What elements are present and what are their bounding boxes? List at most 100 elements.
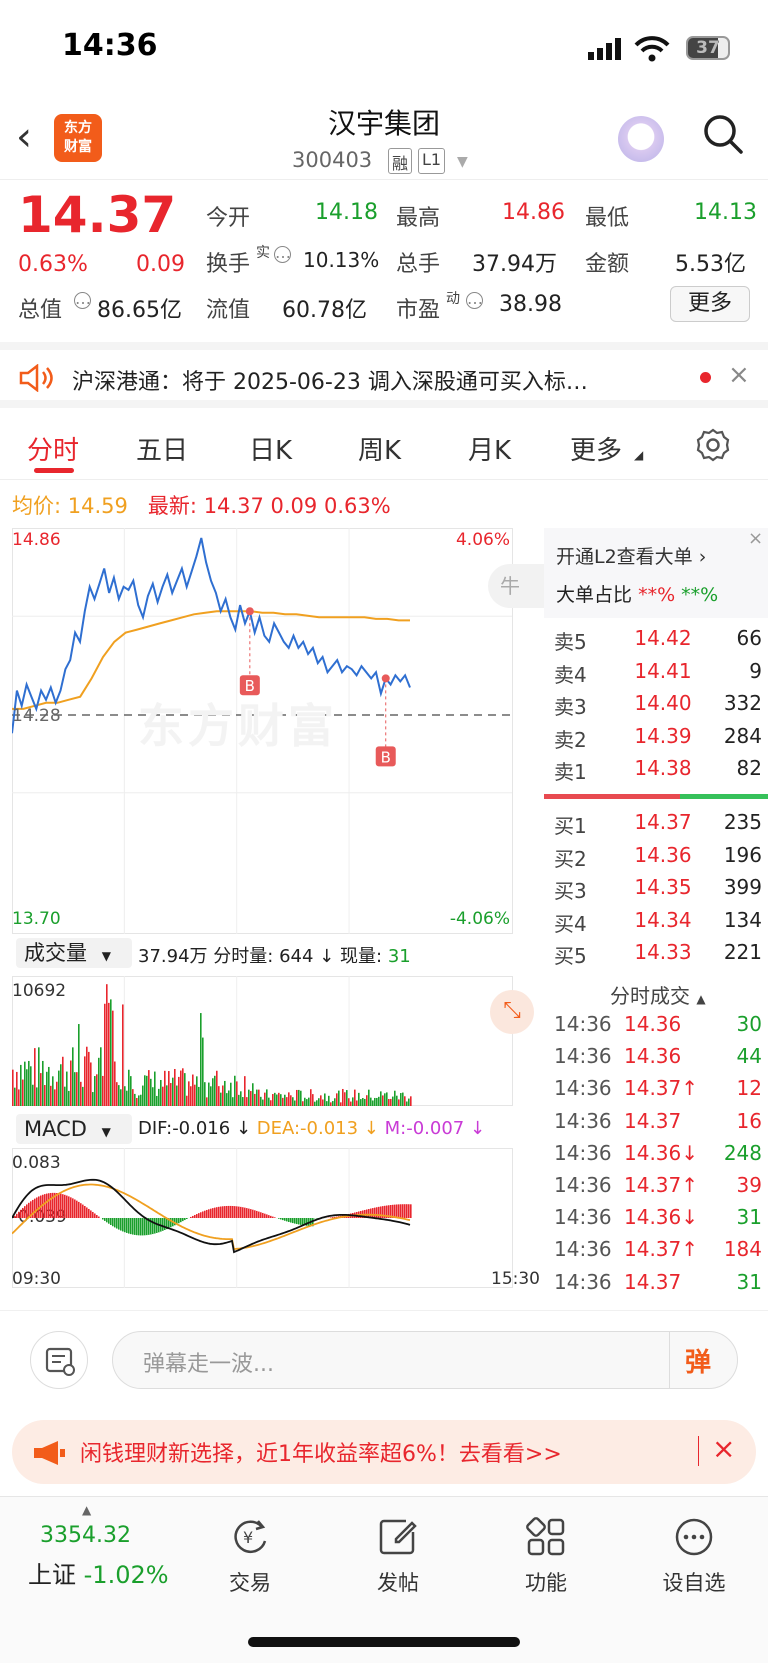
info-icon[interactable]: … bbox=[466, 291, 483, 309]
bid-row[interactable]: 买1 14.37 235 bbox=[544, 810, 768, 840]
status-time: 14:36 bbox=[62, 28, 158, 63]
macd-bar bbox=[98, 1216, 100, 1218]
ad-text[interactable]: 闲钱理财新选择，近1年收益率超6%！去看看>> bbox=[80, 1436, 562, 1468]
macd-bar bbox=[64, 1194, 66, 1218]
macd-bar bbox=[234, 1206, 236, 1218]
ask-row[interactable]: 卖4 14.41 9 bbox=[544, 659, 768, 689]
macd-bar bbox=[178, 1218, 180, 1224]
macd-bar bbox=[252, 1209, 254, 1218]
volume-bar bbox=[12, 1069, 14, 1106]
tab-weekly[interactable]: 周K bbox=[358, 430, 401, 467]
info-icon[interactable]: … bbox=[74, 291, 91, 309]
macd-bar bbox=[128, 1218, 130, 1234]
tab-daily[interactable]: 日K bbox=[249, 430, 292, 467]
bull-float-button[interactable]: 牛 bbox=[488, 564, 544, 608]
tab-functions[interactable]: 功能 bbox=[501, 1567, 591, 1597]
volume-indicator-select[interactable]: 成交量 ▼ bbox=[16, 938, 132, 968]
tab-post[interactable]: 发帖 bbox=[353, 1567, 443, 1597]
expand-icon[interactable]: ⤡ bbox=[490, 990, 534, 1034]
volume-bar bbox=[112, 1010, 114, 1106]
macd-bar bbox=[108, 1218, 110, 1224]
notice-bar[interactable]: 沪深港通：将于 2025-06-23 调入深股通可买入标… × bbox=[0, 342, 768, 408]
bid-row[interactable]: 买3 14.35 399 bbox=[544, 875, 768, 905]
dropdown-icon[interactable]: ▼ bbox=[457, 154, 468, 170]
ask-row[interactable]: 卖1 14.38 82 bbox=[544, 756, 768, 786]
volume-bar bbox=[132, 1089, 134, 1106]
settings-icon[interactable] bbox=[696, 428, 730, 462]
tab-watchlist[interactable]: 设自选 bbox=[649, 1567, 739, 1597]
notice-text[interactable]: 沪深港通：将于 2025-06-23 调入深股通可买入标… bbox=[72, 364, 588, 396]
ticks-title[interactable]: 分时成交 ▲ bbox=[610, 980, 706, 1009]
volume-bar bbox=[332, 1101, 334, 1106]
ask-row[interactable]: 卖5 14.42 66 bbox=[544, 626, 768, 656]
volume-bar bbox=[88, 1051, 90, 1106]
turnover-label: 换手 bbox=[206, 252, 251, 277]
stock-header: ‹ 东方 财富 汉宇集团 300403 融 L1 ▼ bbox=[0, 96, 768, 180]
macd-chart[interactable]: 0.083-0.03909:3015:30 bbox=[12, 1148, 542, 1288]
l2-promo-text[interactable]: 开通L2查看大单 › bbox=[556, 542, 706, 569]
volume-bar bbox=[76, 1072, 78, 1106]
volume-bar bbox=[136, 1097, 138, 1106]
close-icon[interactable]: × bbox=[748, 528, 763, 549]
search-icon[interactable] bbox=[703, 114, 743, 154]
functions-icon[interactable] bbox=[524, 1515, 568, 1559]
macd-bar bbox=[268, 1215, 270, 1218]
volume-bar bbox=[154, 1071, 156, 1106]
close-icon[interactable]: × bbox=[728, 360, 750, 390]
macd-bar bbox=[196, 1214, 198, 1218]
danmu-settings-icon[interactable] bbox=[30, 1331, 88, 1389]
trade-icon[interactable]: ¥ bbox=[228, 1515, 272, 1559]
macd-bar bbox=[44, 1194, 46, 1218]
tab-5day[interactable]: 五日 bbox=[136, 430, 188, 467]
amount-label: 金额 bbox=[585, 252, 630, 277]
tick-price: 14.37↑ bbox=[624, 1173, 699, 1197]
macd-bar bbox=[192, 1215, 194, 1218]
danmu-input[interactable]: 弹幕走一波... 弹 bbox=[112, 1331, 738, 1389]
signal-icon bbox=[588, 38, 621, 60]
macd-bar bbox=[104, 1218, 106, 1221]
danmu-send-button[interactable]: 弹 bbox=[685, 1342, 711, 1379]
volume-bar bbox=[384, 1093, 386, 1106]
l2-promo-box[interactable]: 开通L2查看大单 › × 大单占比 **% **% bbox=[544, 528, 768, 618]
tick-volume: 184 bbox=[723, 1237, 762, 1262]
volume-bar bbox=[28, 1060, 30, 1106]
close-icon[interactable]: × bbox=[712, 1432, 735, 1465]
info-icon[interactable]: … bbox=[274, 245, 291, 263]
volume-bar bbox=[348, 1098, 350, 1106]
volume-bar bbox=[310, 1089, 312, 1106]
macd-bar bbox=[208, 1209, 210, 1218]
volume-label: 成交量 bbox=[24, 941, 87, 965]
more-quote-button[interactable]: 更多 bbox=[670, 286, 750, 322]
assistant-avatar-icon[interactable] bbox=[618, 116, 664, 162]
volume-bar bbox=[270, 1100, 272, 1106]
volume-bar bbox=[314, 1101, 316, 1106]
ask-row[interactable]: 卖2 14.39 284 bbox=[544, 724, 768, 754]
bid-row[interactable]: 买4 14.34 134 bbox=[544, 908, 768, 938]
tab-trade[interactable]: 交易 bbox=[205, 1567, 295, 1597]
tab-monthly[interactable]: 月K bbox=[468, 430, 511, 467]
volume-bar bbox=[60, 1064, 62, 1106]
tab-more[interactable]: 更多 bbox=[570, 430, 622, 467]
tick-row: 14:36 14.36↓ 248 bbox=[544, 1141, 768, 1171]
macd-bar bbox=[374, 1207, 376, 1218]
watchlist-icon[interactable] bbox=[672, 1515, 716, 1559]
big-order-green: **% bbox=[681, 584, 719, 606]
tick-row: 14:36 14.36 30 bbox=[544, 1012, 768, 1042]
bid-row[interactable]: 买5 14.33 221 bbox=[544, 940, 768, 970]
index-line[interactable]: 上证 -1.02% bbox=[28, 1555, 169, 1590]
bid-row[interactable]: 买2 14.36 196 bbox=[544, 843, 768, 873]
post-icon[interactable] bbox=[376, 1515, 420, 1559]
ad-banner[interactable]: 闲钱理财新选择，近1年收益率超6%！去看看>> × bbox=[12, 1420, 756, 1484]
ask-row[interactable]: 卖3 14.40 332 bbox=[544, 691, 768, 721]
level-price: 14.38 bbox=[634, 756, 692, 780]
big-order-ratio: 大单占比 **% **% bbox=[556, 580, 718, 607]
tab-intraday[interactable]: 分时 bbox=[27, 430, 79, 467]
buy-marker-label: B bbox=[381, 748, 391, 766]
macd-bar bbox=[82, 1204, 84, 1218]
macd-indicator-select[interactable]: MACD ▼ bbox=[16, 1114, 132, 1144]
volume-bar bbox=[324, 1093, 326, 1106]
macd-bar bbox=[68, 1196, 70, 1218]
index-widget[interactable]: 3354.32 bbox=[40, 1523, 131, 1548]
volume-chart[interactable]: 10692 bbox=[12, 976, 542, 1106]
low-label: 最低 bbox=[585, 206, 630, 231]
